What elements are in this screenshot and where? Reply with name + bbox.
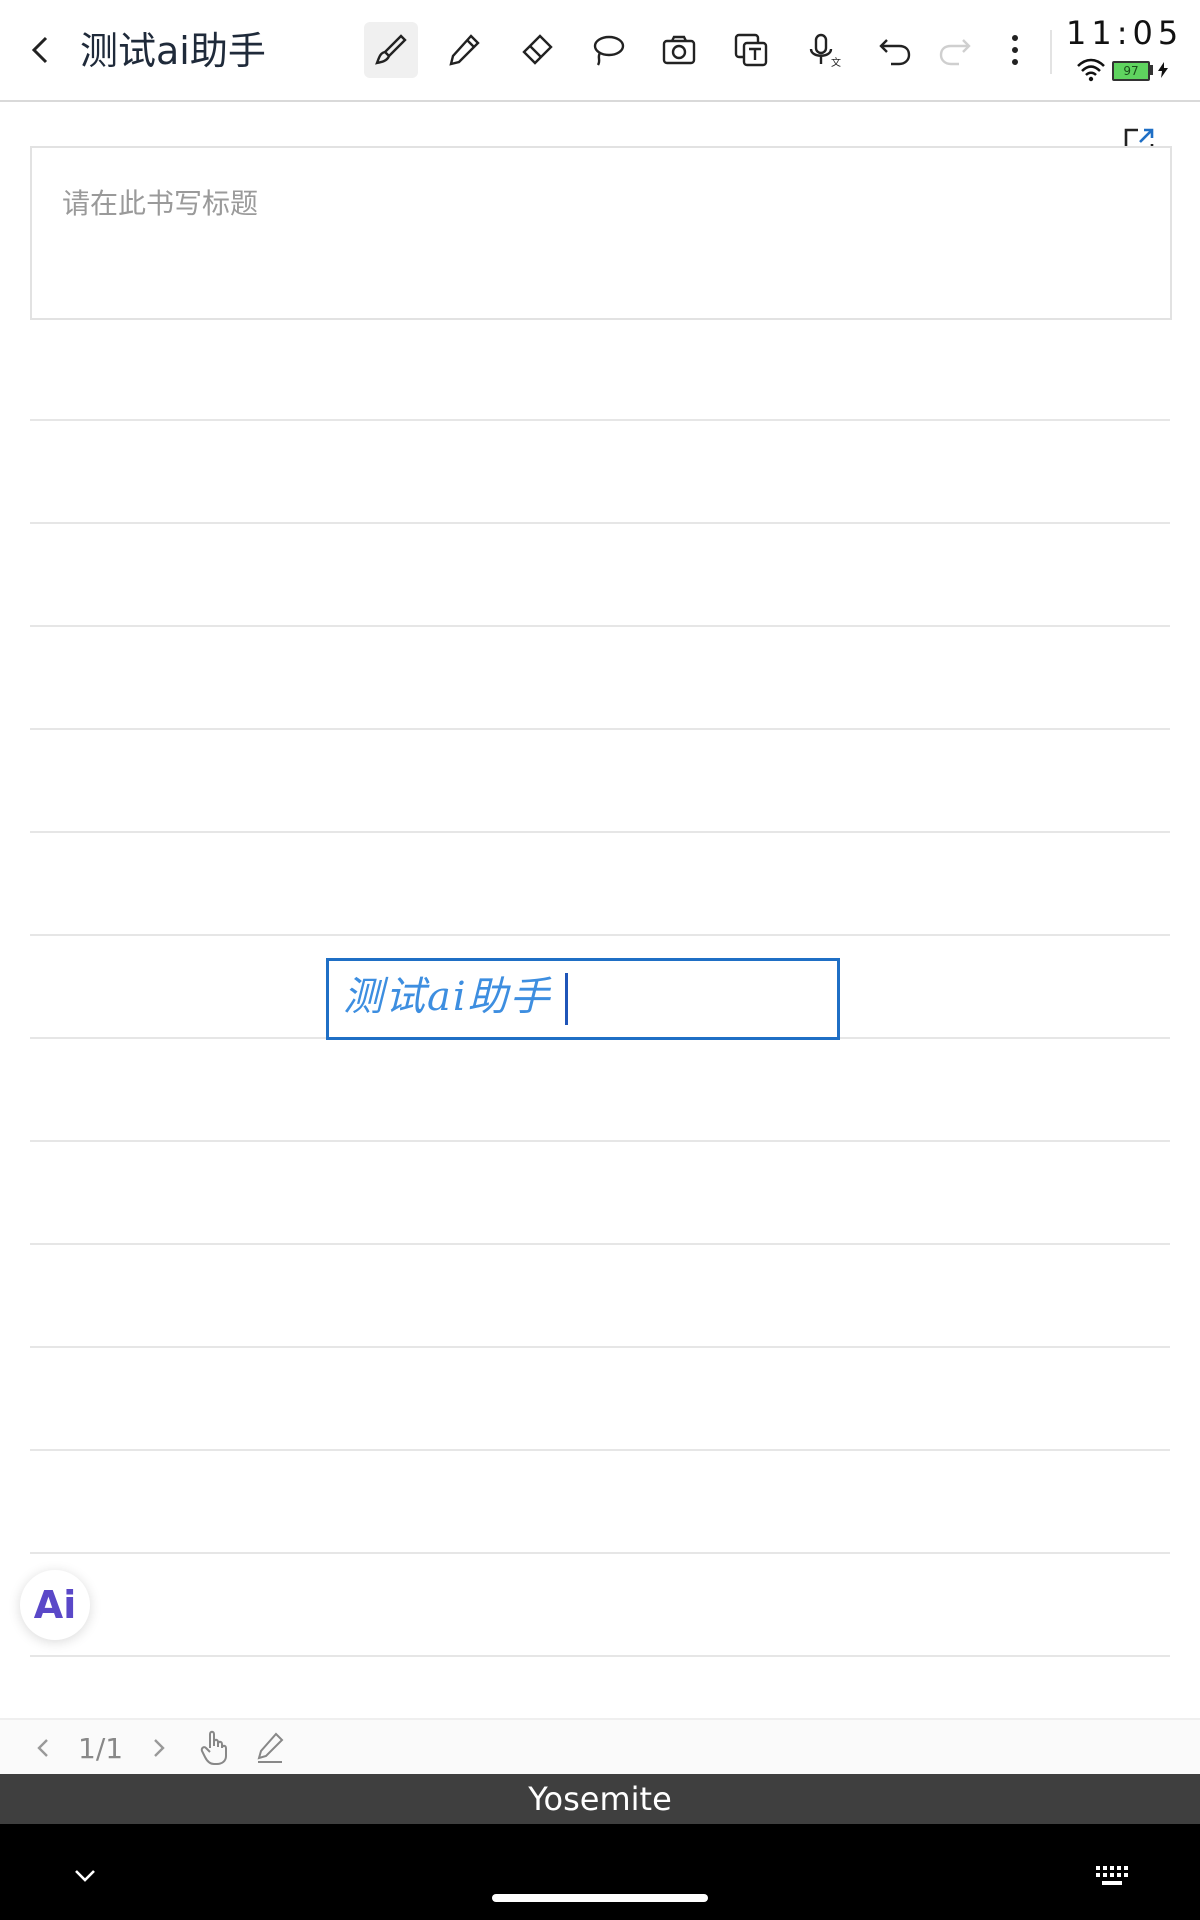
ruled-line — [30, 625, 1170, 627]
pen-mode-icon[interactable] — [254, 1730, 286, 1764]
handwriting-text-box[interactable]: 测试ai助手 — [326, 958, 840, 1040]
pen-tool[interactable] — [437, 22, 491, 78]
pen-icon — [449, 34, 480, 66]
camera-icon — [662, 35, 696, 65]
undo-button[interactable] — [868, 22, 922, 78]
voice-input-tool[interactable]: 文 — [796, 22, 850, 78]
ocr-text-icon — [734, 33, 768, 67]
more-menu-button[interactable] — [988, 22, 1042, 78]
camera-tool[interactable] — [652, 22, 706, 78]
eraser-icon — [522, 34, 553, 65]
wifi-icon — [1077, 58, 1105, 82]
ruled-line — [30, 831, 1170, 833]
chevron-right-icon[interactable] — [144, 1732, 174, 1764]
charging-bolt-icon — [1158, 62, 1168, 78]
page-navigation-bar: 1/1 — [0, 1718, 1200, 1776]
text-recognition-tool[interactable] — [724, 22, 778, 78]
brush-icon — [375, 34, 407, 65]
microphone-icon: 文 — [809, 33, 841, 69]
system-navigation-bar — [0, 1824, 1200, 1920]
back-button[interactable] — [20, 28, 64, 72]
title-input-area[interactable]: 请在此书写标题 — [30, 146, 1172, 320]
ai-label: Ai — [33, 1583, 77, 1627]
redo-icon — [939, 39, 971, 66]
ruled-line — [30, 1243, 1170, 1245]
home-gesture-handle[interactable] — [492, 1894, 708, 1902]
status-clock: 11:05 — [1066, 14, 1184, 52]
keyboard-icon[interactable] — [1094, 1864, 1130, 1888]
ruled-line — [30, 1655, 1170, 1657]
redo-button[interactable] — [928, 22, 982, 78]
document-title[interactable]: 测试ai助手 — [80, 28, 266, 74]
handwriting-text: 测试ai助手 — [343, 974, 552, 1020]
brush-tool[interactable] — [364, 22, 418, 78]
chevron-down-icon[interactable] — [70, 1866, 100, 1886]
ruled-line — [30, 728, 1170, 730]
battery-tip — [1150, 65, 1153, 75]
suggestion-word[interactable]: Yosemite — [0, 1780, 1200, 1818]
lasso-tool[interactable] — [580, 22, 634, 78]
hand-touch-icon[interactable] — [198, 1728, 230, 1766]
ruled-line — [30, 1449, 1170, 1451]
ruled-line — [30, 934, 1170, 936]
svg-text:文: 文 — [831, 56, 841, 69]
ruled-line — [30, 1346, 1170, 1348]
lasso-icon — [593, 35, 625, 66]
ruled-line — [30, 1552, 1170, 1554]
undo-icon — [879, 39, 911, 66]
ruled-line — [30, 419, 1170, 421]
text-cursor — [565, 973, 568, 1025]
chevron-left-icon[interactable] — [28, 1732, 58, 1764]
toolbar: 测试ai助手 文 11:05 97 — [0, 0, 1200, 102]
keyboard-suggestion-bar: Yosemite — [0, 1774, 1200, 1824]
ai-assistant-button[interactable]: Ai — [20, 1570, 90, 1640]
toolbar-divider — [1050, 30, 1052, 74]
page-indicator: 1/1 — [78, 1732, 124, 1765]
title-placeholder: 请在此书写标题 — [62, 187, 259, 220]
more-vertical-icon — [1012, 35, 1018, 65]
battery-indicator: 97 — [1112, 61, 1150, 81]
highlighter-tool[interactable] — [509, 22, 563, 78]
ruled-line — [30, 1140, 1170, 1142]
chevron-left-icon — [31, 36, 48, 64]
ruled-line — [30, 522, 1170, 524]
